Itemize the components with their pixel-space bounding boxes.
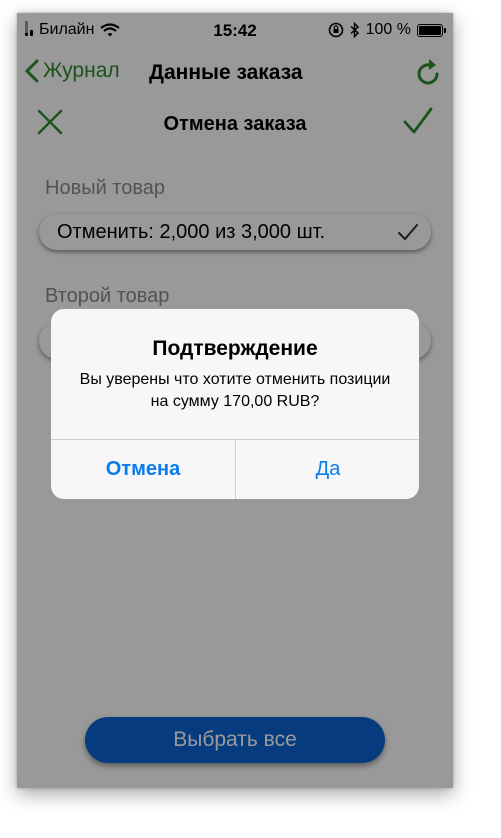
alert-cancel-button[interactable]: Отмена <box>51 439 235 499</box>
alert-confirm-button[interactable]: Да <box>236 439 419 499</box>
confirmation-alert: Подтверждение Вы уверены что хотите отме… <box>51 309 419 499</box>
phone-screen: Билайн 15:42 100 % Журнал Данные заказа … <box>17 13 453 788</box>
alert-title: Подтверждение <box>152 337 318 360</box>
alert-message: Вы уверены что хотите отменить позиции н… <box>79 371 391 410</box>
